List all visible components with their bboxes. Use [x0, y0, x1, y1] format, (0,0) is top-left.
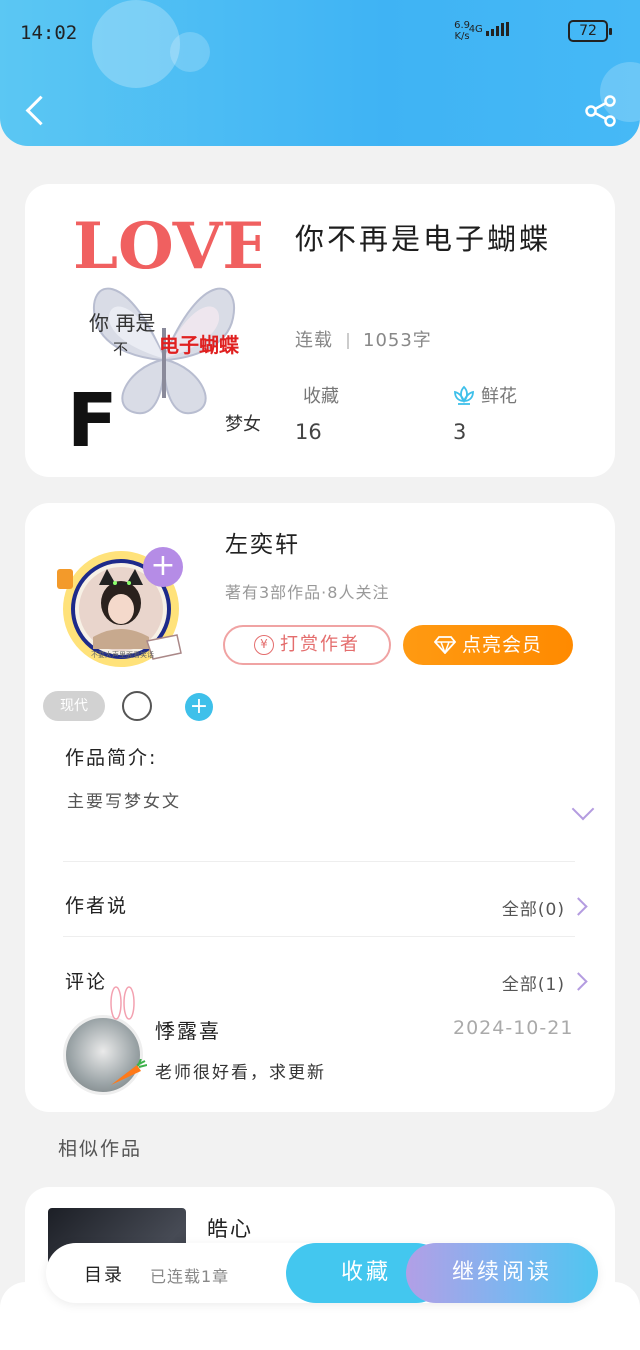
favorites-label: 收藏: [303, 386, 339, 407]
divider: [63, 936, 575, 937]
signal-icon: 4G: [469, 22, 510, 36]
share-icon[interactable]: [584, 94, 618, 128]
status-time: 14:02: [20, 22, 78, 44]
intro-text: 主要写梦女文: [67, 792, 181, 812]
signal-label: 4G: [468, 24, 483, 35]
comment-date: 2024-10-21: [453, 1017, 574, 1039]
battery-level: 72: [579, 23, 597, 39]
divider: [63, 861, 575, 862]
cover-text-line2: 不: [113, 340, 128, 358]
vip-button[interactable]: 点亮会员: [403, 625, 573, 665]
similar-works-label: 相似作品: [58, 1138, 143, 1160]
expand-chevron-icon[interactable]: [571, 797, 595, 821]
avatar-caption: 不要大声里面看笑话: [91, 650, 154, 659]
cover-corner-text: 梦女: [225, 414, 261, 435]
cover-text-line1: 你 再是: [89, 311, 155, 335]
comments-label: 评论: [65, 971, 108, 993]
similar-work-title[interactable]: 皓心: [207, 1213, 253, 1243]
author-says-label: 作者说: [65, 895, 129, 917]
status-bar: 14:02 6.9 K/s 4G 72: [20, 18, 620, 48]
yen-icon: ¥: [254, 635, 274, 655]
chevron-right-icon[interactable]: [569, 972, 588, 991]
tip-author-label: 打赏作者: [280, 634, 360, 655]
commenter-name: 悸露喜: [155, 1019, 221, 1043]
favorites-count: 16: [295, 420, 322, 444]
comment-text: 老师很好看，求更新: [155, 1063, 326, 1083]
comments-more[interactable]: 全部(1): [502, 970, 565, 995]
network-speed-unit: K/s: [454, 31, 470, 42]
author-says-more[interactable]: 全部(0): [502, 895, 565, 920]
flowers-label-wrap: 鲜花: [453, 382, 517, 410]
intro-label: 作品简介:: [65, 747, 158, 769]
author-avatar[interactable]: 不要大声里面看笑话 +: [49, 541, 189, 673]
author-says-row[interactable]: 作者说 全部(0): [25, 873, 615, 933]
serial-status: 已连载1章: [150, 1267, 230, 1286]
book-title: 你不再是电子蝴蝶: [295, 222, 552, 256]
continue-reading-button[interactable]: 继续阅读: [406, 1243, 598, 1303]
tip-author-button[interactable]: ¥ 打赏作者: [223, 625, 391, 665]
follow-plus-button[interactable]: +: [143, 547, 183, 587]
cover-letter: F: [67, 378, 118, 458]
bottom-action-bar: 目录 已连载1章 收藏 继续阅读: [46, 1243, 598, 1303]
flowers-label: 鲜花: [481, 386, 517, 407]
carrot-decor: [107, 1058, 148, 1093]
add-tag-button[interactable]: +: [185, 693, 213, 721]
header: 14:02 6.9 K/s 4G 72: [0, 0, 640, 146]
flowers-count: 3: [453, 420, 467, 444]
author-card: 不要大声里面看笑话 + 左奕轩 著有3部作品·8人关注 ¥ 打赏作者 点亮会员 现…: [25, 503, 615, 1112]
word-count: 1053字: [363, 330, 432, 351]
network-speed-value: 6.9: [454, 20, 470, 31]
author-subtitle: 著有3部作品·8人关注: [225, 583, 390, 602]
commenter-avatar[interactable]: [63, 1015, 143, 1095]
cover-love-text: LOVE: [73, 209, 261, 284]
chevron-right-icon[interactable]: [569, 897, 588, 916]
book-cover[interactable]: LOVE 你 再是 不 电子蝴蝶 梦女 F: [67, 208, 261, 458]
meta-divider: [347, 333, 349, 349]
bunny-ears-decor: [109, 985, 135, 1025]
book-meta: 连载 1053字: [295, 326, 432, 352]
diamond-icon: [433, 628, 457, 668]
back-button[interactable]: [22, 96, 52, 126]
book-info-card: LOVE 你 再是 不 电子蝴蝶 梦女 F 你不再是电子蝴蝶 连载 1053字 收…: [25, 184, 615, 477]
book-status: 连载: [295, 330, 333, 351]
lotus-icon: [453, 385, 475, 410]
toc-button[interactable]: 目录: [84, 1261, 124, 1287]
circle-tag[interactable]: [122, 691, 152, 721]
battery-icon: 72: [568, 20, 612, 42]
network-speed: 6.9 K/s: [454, 20, 470, 42]
author-name[interactable]: 左奕轩: [225, 525, 300, 559]
genre-tag[interactable]: 现代: [43, 691, 105, 721]
vip-button-label: 点亮会员: [461, 634, 542, 656]
cover-red-text: 电子蝴蝶: [159, 333, 240, 357]
